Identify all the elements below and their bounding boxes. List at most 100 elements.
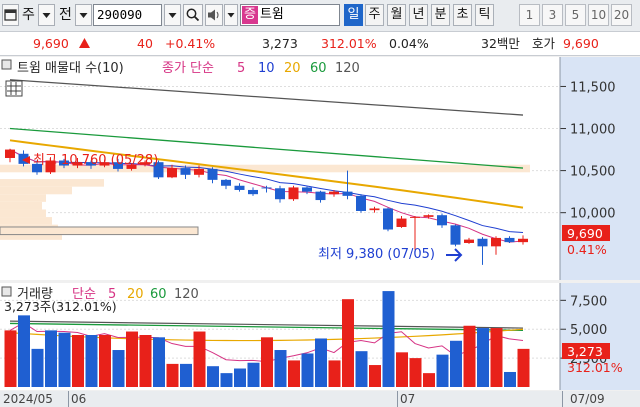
interval-button[interactable]: 20 [611, 4, 632, 26]
volume-bar [31, 348, 44, 387]
market-dropdown-icon[interactable] [38, 4, 55, 26]
ma-legend-item: 5 [237, 61, 245, 76]
volume-profile-bar [0, 217, 52, 225]
speaker-icon[interactable] [205, 4, 223, 26]
volume-profile-bar [0, 209, 46, 218]
volume-ma-legend-item: 60 [150, 287, 167, 302]
price-change: 40 [137, 36, 153, 51]
candle-body [369, 208, 380, 211]
search-icon[interactable] [183, 4, 203, 26]
candle-body [288, 187, 299, 200]
volume-bar [72, 335, 84, 387]
period-button[interactable]: 틱 [475, 4, 494, 26]
speaker-dropdown-icon[interactable] [224, 4, 238, 26]
candle-body [396, 218, 407, 227]
candle-body [504, 237, 515, 243]
price-axis-label: 11,000 [570, 123, 616, 138]
candle-body [275, 188, 285, 200]
period-button[interactable]: 월 [387, 4, 406, 26]
period-button[interactable]: 분 [431, 4, 450, 26]
candle-body [261, 187, 272, 189]
date-divider [562, 391, 563, 407]
candle-body [356, 195, 366, 211]
ma-legend-item: 120 [335, 61, 360, 76]
interval-button[interactable]: 5 [565, 4, 586, 26]
volume-bar [490, 328, 503, 387]
legend-box-icon[interactable] [1, 59, 12, 70]
stock-code-input[interactable]: 290090 [93, 4, 162, 26]
volume-legend-box-icon[interactable] [1, 286, 12, 297]
type-dropdown-icon[interactable] [75, 4, 92, 26]
candle-body [477, 238, 488, 247]
price-axis-label: 10,500 [570, 165, 616, 180]
ma-legend-item: 20 [284, 61, 301, 76]
candle-body [342, 191, 353, 196]
candle-body [302, 187, 312, 192]
volume-bar [396, 352, 408, 387]
volume-bar [382, 291, 395, 387]
volume-bar [4, 330, 17, 387]
volume-bar [220, 373, 233, 387]
volume-bar [355, 351, 368, 387]
current-price: 9,690 [33, 36, 69, 51]
period-button[interactable]: 주 [365, 4, 384, 26]
volume-bar [409, 358, 422, 387]
trade-value: 32백만 [481, 36, 520, 51]
volume-bar [247, 362, 260, 387]
volume-bar [517, 348, 530, 387]
grid-toggle-icon[interactable] [5, 80, 23, 97]
stock-name-box[interactable]: 증 트윔 [240, 4, 340, 26]
volume-bar [85, 335, 98, 387]
volume-chart[interactable]: 7,5005,0002,500 거래량 단순 5 20 60 120 3,273주(3… [0, 283, 640, 390]
market-select-label[interactable]: 주 [22, 4, 35, 26]
period-button[interactable]: 초 [453, 4, 472, 26]
current-change-tag: 0.41% [567, 242, 607, 257]
volume-bar [234, 368, 246, 387]
period-button[interactable]: 년 [409, 4, 428, 26]
volume-bar [274, 350, 287, 387]
interval-button[interactable]: 3 [542, 4, 563, 26]
volume-bar [463, 325, 476, 387]
candle-body [315, 191, 326, 201]
volume-bar [18, 315, 30, 387]
interval-button[interactable]: 1 [519, 4, 540, 26]
volume-bar [112, 350, 125, 387]
candle-body [437, 215, 447, 226]
candle-body [410, 216, 420, 218]
quote-bar: 9,690 40 +0.41% 3,273 312.01% 0.04% 32백만… [0, 32, 640, 56]
candle-body [491, 237, 501, 247]
volume-current-label: 3,273주(312.01%) [4, 299, 117, 314]
candle-body [194, 168, 204, 175]
toolbar: 주 전 290090 증 트윔 일 주 월 년 분 초 틱 1 3 5 10 20 [0, 0, 640, 32]
stock-chart-window: 주 전 290090 증 트윔 일 주 월 년 분 초 틱 1 3 5 10 20 9,690 40 +… [0, 0, 640, 407]
date-axis-label: 07 [400, 392, 416, 406]
volume-profile-bar [0, 194, 46, 202]
volume-bar [436, 354, 449, 387]
volume-bar [342, 299, 354, 387]
ma-legend-item: 10 [258, 61, 275, 76]
ma-legend-item: 60 [310, 61, 327, 76]
price-chart[interactable]: 11,500 11,000 10,500 10,000 트윔 매물대 수(10) 종가… [0, 57, 640, 280]
code-dropdown-icon[interactable] [164, 4, 181, 26]
window-menu-icon[interactable] [2, 4, 19, 26]
price-change-pct: +0.41% [165, 36, 216, 51]
period-button[interactable]: 일 [344, 4, 363, 26]
volume-bar [477, 328, 489, 387]
price-axis-label: 10,000 [570, 207, 616, 222]
interval-button[interactable]: 10 [588, 4, 609, 26]
volume-bar [207, 366, 219, 387]
type-select-label[interactable]: 전 [59, 4, 72, 26]
up-arrow-icon [79, 38, 90, 48]
current-ratio-tag: 312.01% [567, 360, 623, 375]
volume-ratio: 312.01% [321, 36, 377, 51]
volume-bar [126, 331, 138, 387]
volume-bar [423, 373, 435, 387]
current-price-tag: 9,690 0.41% [562, 225, 610, 257]
volume-profile-bar [0, 186, 72, 195]
candle-body [383, 208, 393, 230]
volume-ma-legend-item: 120 [174, 287, 199, 302]
volume-bar [504, 371, 516, 387]
date-divider [397, 391, 398, 407]
volume-bar [328, 360, 341, 387]
current-price-tag-text: 9,690 [567, 226, 603, 241]
